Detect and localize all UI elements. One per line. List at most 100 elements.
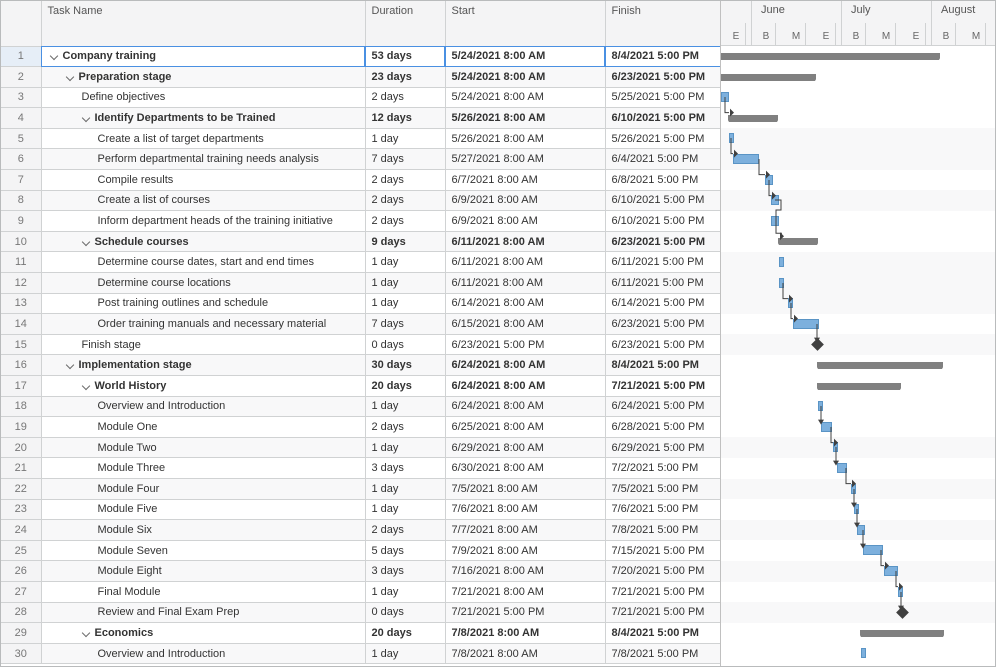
cell-task-name[interactable]: Module Eight xyxy=(41,561,365,582)
cell-finish[interactable]: 7/15/2021 5:00 PM xyxy=(605,540,721,561)
cell-start[interactable]: 6/9/2021 8:00 AM xyxy=(445,211,605,232)
cell-start[interactable]: 6/29/2021 8:00 AM xyxy=(445,437,605,458)
row-number[interactable]: 30 xyxy=(1,643,41,664)
cell-finish[interactable]: 6/4/2021 5:00 PM xyxy=(605,149,721,170)
chevron-down-icon[interactable] xyxy=(66,360,76,370)
task-bar[interactable] xyxy=(851,484,856,494)
cell-start[interactable]: 6/14/2021 8:00 AM xyxy=(445,293,605,314)
cell-finish[interactable]: 7/2/2021 5:00 PM xyxy=(605,458,721,479)
task-bar[interactable] xyxy=(793,319,819,329)
table-row[interactable]: 3Define objectives2 days5/24/2021 8:00 A… xyxy=(1,87,721,108)
cell-duration[interactable]: 2 days xyxy=(365,170,445,191)
cell-finish[interactable]: 7/6/2021 5:00 PM xyxy=(605,499,721,520)
table-row[interactable]: 2Preparation stage23 days5/24/2021 8:00 … xyxy=(1,67,721,88)
cell-duration[interactable]: 30 days xyxy=(365,355,445,376)
gantt-row[interactable] xyxy=(721,540,995,561)
cell-finish[interactable]: 6/11/2021 5:00 PM xyxy=(605,252,721,273)
row-number[interactable]: 27 xyxy=(1,581,41,602)
summary-bar[interactable] xyxy=(721,53,939,60)
row-number[interactable]: 23 xyxy=(1,499,41,520)
cell-task-name[interactable]: Module Two xyxy=(41,437,365,458)
cell-task-name[interactable]: Define objectives xyxy=(41,87,365,108)
row-number[interactable]: 3 xyxy=(1,87,41,108)
cell-start[interactable]: 7/7/2021 8:00 AM xyxy=(445,520,605,541)
cell-start[interactable]: 7/21/2021 5:00 PM xyxy=(445,602,605,623)
cell-start[interactable]: 6/11/2021 8:00 AM xyxy=(445,273,605,294)
table-row[interactable]: 12Determine course locations1 day6/11/20… xyxy=(1,273,721,294)
table-row[interactable]: 30Overview and Introduction1 day7/8/2021… xyxy=(1,643,721,664)
task-bar[interactable] xyxy=(765,175,773,185)
table-row[interactable]: 29Economics20 days7/8/2021 8:00 AM8/4/20… xyxy=(1,623,721,644)
cell-finish[interactable]: 6/29/2021 5:00 PM xyxy=(605,437,721,458)
row-number[interactable]: 13 xyxy=(1,293,41,314)
cell-duration[interactable]: 2 days xyxy=(365,190,445,211)
row-number[interactable]: 28 xyxy=(1,602,41,623)
summary-bar[interactable] xyxy=(721,74,815,81)
table-row[interactable]: 7Compile results2 days6/7/2021 8:00 AM6/… xyxy=(1,170,721,191)
row-number[interactable]: 14 xyxy=(1,314,41,335)
gantt-row[interactable] xyxy=(721,561,995,582)
summary-bar[interactable] xyxy=(861,630,943,637)
gantt-row[interactable] xyxy=(721,623,995,644)
row-number[interactable]: 24 xyxy=(1,520,41,541)
cell-finish[interactable]: 6/23/2021 5:00 PM xyxy=(605,231,721,252)
col-header-finish[interactable]: Finish xyxy=(605,1,721,46)
cell-duration[interactable]: 1 day xyxy=(365,128,445,149)
cell-start[interactable]: 6/15/2021 8:00 AM xyxy=(445,314,605,335)
task-bar[interactable] xyxy=(788,298,793,308)
cell-start[interactable]: 6/7/2021 8:00 AM xyxy=(445,170,605,191)
task-bar[interactable] xyxy=(733,154,759,164)
task-bar[interactable] xyxy=(861,648,866,658)
cell-start[interactable]: 6/23/2021 5:00 PM xyxy=(445,334,605,355)
table-row[interactable]: 4Identify Departments to be Trained12 da… xyxy=(1,108,721,129)
cell-finish[interactable]: 5/25/2021 5:00 PM xyxy=(605,87,721,108)
gantt-row[interactable] xyxy=(721,602,995,623)
chevron-down-icon[interactable] xyxy=(82,381,92,391)
cell-finish[interactable]: 7/21/2021 5:00 PM xyxy=(605,602,721,623)
table-row[interactable]: 1Company training53 days5/24/2021 8:00 A… xyxy=(1,46,721,67)
cell-task-name[interactable]: Module Three xyxy=(41,458,365,479)
cell-duration[interactable]: 53 days xyxy=(365,46,445,67)
gantt-row[interactable] xyxy=(721,170,995,191)
cell-task-name[interactable]: Identify Departments to be Trained xyxy=(41,108,365,129)
task-bar[interactable] xyxy=(857,525,865,535)
cell-finish[interactable]: 7/21/2021 5:00 PM xyxy=(605,581,721,602)
cell-task-name[interactable]: Create a list of target departments xyxy=(41,128,365,149)
cell-finish[interactable]: 7/5/2021 5:00 PM xyxy=(605,478,721,499)
task-bar[interactable] xyxy=(818,401,823,411)
row-number[interactable]: 12 xyxy=(1,273,41,294)
gantt-row[interactable] xyxy=(721,582,995,603)
task-bar[interactable] xyxy=(779,257,784,267)
cell-start[interactable]: 5/24/2021 8:00 AM xyxy=(445,87,605,108)
cell-finish[interactable]: 7/20/2021 5:00 PM xyxy=(605,561,721,582)
chevron-down-icon[interactable] xyxy=(50,51,60,61)
gantt-row[interactable] xyxy=(721,87,995,108)
row-number[interactable]: 22 xyxy=(1,478,41,499)
row-number[interactable]: 9 xyxy=(1,211,41,232)
task-bar[interactable] xyxy=(837,463,847,473)
cell-task-name[interactable]: Schedule courses xyxy=(41,231,365,252)
cell-duration[interactable]: 1 day xyxy=(365,478,445,499)
cell-task-name[interactable]: Order training manuals and necessary mat… xyxy=(41,314,365,335)
cell-task-name[interactable]: Finish stage xyxy=(41,334,365,355)
gantt-row[interactable] xyxy=(721,437,995,458)
cell-finish[interactable]: 6/11/2021 5:00 PM xyxy=(605,273,721,294)
task-bar[interactable] xyxy=(721,92,729,102)
table-row[interactable]: 26Module Eight3 days7/16/2021 8:00 AM7/2… xyxy=(1,561,721,582)
row-number[interactable]: 10 xyxy=(1,231,41,252)
summary-bar[interactable] xyxy=(729,115,777,122)
cell-start[interactable]: 5/26/2021 8:00 AM xyxy=(445,108,605,129)
col-header-duration[interactable]: Duration xyxy=(365,1,445,46)
row-number[interactable]: 29 xyxy=(1,623,41,644)
row-number[interactable]: 26 xyxy=(1,561,41,582)
cell-duration[interactable]: 9 days xyxy=(365,231,445,252)
cell-duration[interactable]: 7 days xyxy=(365,314,445,335)
task-bar[interactable] xyxy=(771,195,779,205)
cell-finish[interactable]: 7/8/2021 5:00 PM xyxy=(605,520,721,541)
task-bar[interactable] xyxy=(898,587,903,597)
gantt-row[interactable] xyxy=(721,314,995,335)
cell-task-name[interactable]: Create a list of courses xyxy=(41,190,365,211)
summary-bar[interactable] xyxy=(818,383,900,390)
row-number[interactable]: 6 xyxy=(1,149,41,170)
row-number[interactable]: 5 xyxy=(1,128,41,149)
